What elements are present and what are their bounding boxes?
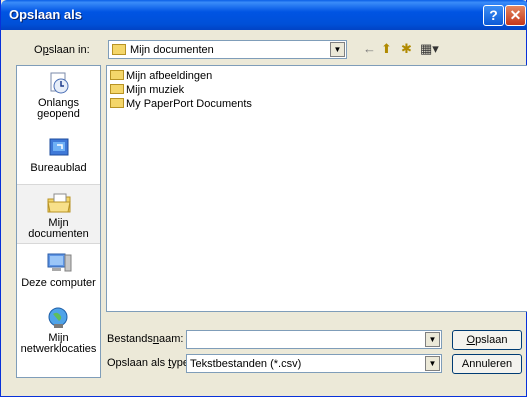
place-label: geopend: [37, 108, 80, 120]
filename-input[interactable]: ▼: [186, 330, 442, 349]
filename-label-part: Bestands: [107, 333, 153, 345]
file-name: Mijn muziek: [126, 84, 185, 96]
place-label: Mijn documenten: [28, 217, 89, 240]
place-network[interactable]: Mijn netwerklocaties: [17, 306, 100, 355]
save-button[interactable]: Opslaan: [452, 330, 522, 350]
place-label: Bureaublad: [30, 162, 87, 174]
dialog-title: Opslaan als: [9, 7, 82, 22]
file-name: Mijn afbeeldingen: [126, 70, 213, 82]
list-item[interactable]: My PaperPort Documents: [110, 97, 252, 111]
places-bar: Onlangs geopend Bureaublad Mijn document…: [16, 65, 101, 378]
folder-icon: [112, 44, 126, 55]
views-menu-icon[interactable]: ▦▾: [420, 41, 439, 57]
filename-label: Bestandsnaam:: [107, 333, 183, 345]
new-folder-icon[interactable]: ✱: [401, 41, 412, 57]
folder-icon: [110, 70, 124, 80]
desktop-icon: [49, 138, 68, 156]
save-button-accel: O: [466, 334, 476, 346]
file-list[interactable]: Mijn afbeeldingen Mijn muziek My PaperPo…: [106, 65, 527, 312]
file-name: My PaperPort Documents: [126, 98, 252, 110]
save-as-dialog: Opslaan als ? ✕ Opslaan in: Mijn documen…: [0, 0, 527, 397]
folder-icon: [110, 98, 124, 108]
lookin-combobox[interactable]: Mijn documenten ▼: [108, 40, 347, 59]
save-button-label: pslaan: [475, 334, 508, 346]
close-button[interactable]: ✕: [505, 5, 526, 26]
filetype-combobox[interactable]: Tekstbestanden (*.csv) ▼: [186, 354, 442, 373]
place-my-computer[interactable]: Deze computer: [17, 251, 100, 289]
list-item[interactable]: Mijn afbeeldingen: [110, 69, 212, 83]
list-item[interactable]: Mijn muziek: [110, 83, 184, 97]
folder-icon: [110, 84, 124, 94]
title-bar[interactable]: Opslaan als ? ✕: [1, 0, 527, 30]
place-label: Deze computer: [21, 277, 96, 289]
place-my-documents[interactable]: Mijn documenten: [17, 184, 100, 244]
place-label: netwerklocaties: [20, 343, 97, 355]
network-places-icon: [48, 307, 67, 328]
lookin-value: Mijn documenten: [130, 44, 214, 56]
cancel-button[interactable]: Annuleren: [452, 354, 522, 374]
filetype-dropdown-button[interactable]: ▼: [425, 356, 440, 371]
lookin-label-part: O: [34, 44, 43, 56]
filename-dropdown-button[interactable]: ▼: [425, 332, 440, 347]
filetype-label: Opslaan als type:: [107, 357, 192, 369]
lookin-dropdown-button[interactable]: ▼: [330, 42, 345, 57]
my-documents-icon: [46, 193, 71, 213]
lookin-label: Opslaan in:: [34, 44, 90, 56]
up-folder-icon[interactable]: ⬆: [381, 41, 392, 57]
place-recent[interactable]: Onlangs geopend: [17, 71, 100, 120]
place-desktop[interactable]: Bureaublad: [17, 136, 100, 174]
filetype-label-part: Opslaan als: [107, 357, 169, 369]
help-button[interactable]: ?: [483, 5, 504, 26]
filetype-value: Tekstbestanden (*.csv): [190, 358, 302, 370]
lookin-label-part: slaan in:: [48, 44, 90, 56]
back-icon[interactable]: ←: [363, 41, 376, 57]
filename-label-part: aam:: [159, 333, 184, 345]
my-computer-icon: [47, 253, 71, 272]
recent-documents-icon: [50, 72, 68, 94]
